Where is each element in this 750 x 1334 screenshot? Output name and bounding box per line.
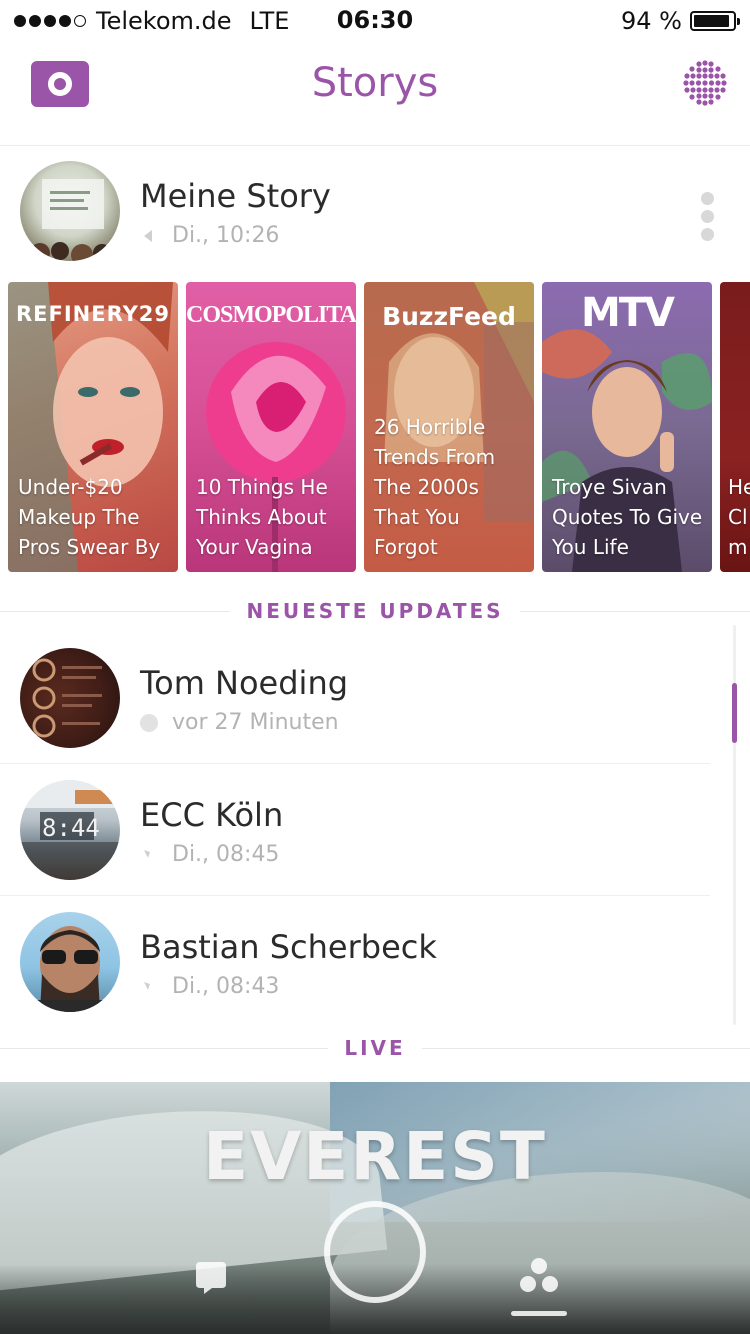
battery-percent: 94 % [621,7,682,35]
discover-card-refinery29[interactable]: REFINERY29 Under-$20 Makeup The Pros Swe… [8,282,178,572]
friend-name: Bastian Scherbeck [140,928,437,966]
my-story-time-label: Di., 10:26 [172,223,280,248]
chat-icon [196,1262,226,1294]
friend-story-thumbnail [32,658,102,738]
my-story-thumbnail[interactable] [20,161,120,261]
presentation-photo [30,179,111,261]
friend-story-thumbnail [20,926,120,1012]
friend-story-thumbnail: 8:44 [20,780,120,880]
card-brand: BuzzFeed [382,302,516,331]
friend-time-label: Di., 08:43 [172,974,280,999]
friend-story-row[interactable]: Bastian Scherbeck Di., 08:43 [0,896,710,1028]
unviewed-circle-icon [140,713,158,732]
card-brand: MTV [580,290,675,336]
scrollbar-thumb[interactable] [732,683,737,743]
card-headline: Troye Sivan Quotes To Give You Life [552,475,703,559]
discover-card-mtv[interactable]: MTV Troye Sivan Quotes To Give You Life [542,282,712,572]
card-headline: 26 Horrible Trends From The 2000s That Y… [374,415,496,559]
svg-text:8:44: 8:44 [42,814,100,842]
discover-card-partial[interactable]: He Cl m [720,282,750,572]
friend-story-row[interactable]: Tom Noeding vor 27 Minuten [0,632,710,764]
friend-name: Tom Noeding [140,664,349,702]
my-story-row[interactable]: Meine Story Di., 10:26 [0,147,750,277]
sent-arrow-icon [144,229,152,242]
scrollbar[interactable] [732,625,737,1025]
friend-avatar[interactable]: 8:44 [20,780,120,880]
friend-time: vor 27 Minuten [140,710,339,735]
chat-button[interactable] [194,1260,228,1294]
card-headline: 10 Things He Thinks About Your Vagina [196,475,328,559]
viewed-arrow-icon [144,981,150,990]
friend-time-label: Di., 08:45 [172,842,280,867]
discover-dots-icon [683,60,727,106]
battery-icon [690,11,740,31]
my-story-name: Meine Story [140,177,331,215]
section-header-live: LIVE [0,1033,750,1063]
section-header-recent: NEUESTE UPDATES [0,596,750,626]
card-headline: Under-$20 Makeup The Pros Swear By [18,475,161,559]
section-label-live: LIVE [344,1036,406,1060]
friend-avatar[interactable] [20,648,120,748]
header: Storys [0,40,750,146]
card-brand: REFINERY29 [15,302,171,326]
page-title: Storys [311,60,439,106]
friend-avatar[interactable] [20,912,120,1012]
discover-button[interactable] [680,58,730,108]
friend-time: Di., 08:43 [140,974,279,999]
card-headline: He Cl m [728,475,750,559]
status-bar: Telekom.de LTE 06:30 94 % [0,0,750,40]
status-right: 94 % [621,7,740,35]
card-brand: COSMOPOLITAN [186,302,356,328]
friend-time: Di., 08:45 [140,842,279,867]
discover-card-cosmopolitan[interactable]: COSMOPOLITAN 10 Things He Thinks About Y… [186,282,356,572]
stories-icon [520,1258,558,1292]
section-label-recent: NEUESTE UPDATES [246,599,504,623]
active-tab-indicator [511,1311,567,1316]
stories-button[interactable] [514,1256,564,1300]
live-title: EVEREST [203,1118,547,1195]
my-story-time: Di., 10:26 [140,223,279,248]
capture-button[interactable] [324,1201,426,1303]
friend-story-row[interactable]: 8:44 ECC Köln Di., 08:45 [0,764,710,896]
more-options-button[interactable] [701,192,715,241]
friend-time-label: vor 27 Minuten [172,710,339,735]
discover-card-buzzfeed[interactable]: BuzzFeed 26 Horrible Trends From The 200… [364,282,534,572]
friend-name: ECC Köln [140,796,284,834]
viewed-arrow-icon [144,849,150,858]
discover-carousel[interactable]: REFINERY29 Under-$20 Makeup The Pros Swe… [8,282,750,572]
